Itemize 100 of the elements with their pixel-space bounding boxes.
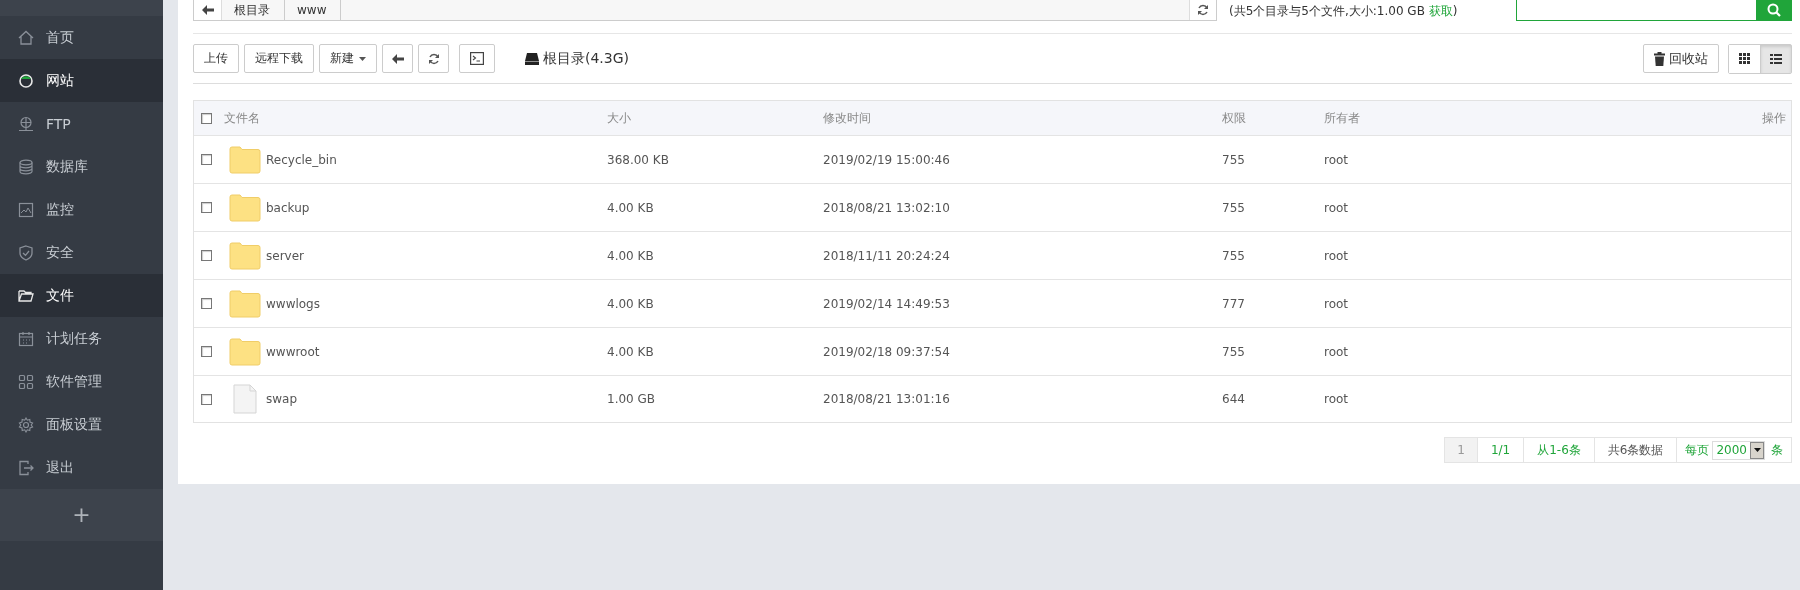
modified-time: 2019/02/18 09:37:54 <box>823 344 950 359</box>
folder-icon <box>229 145 261 174</box>
calendar-icon <box>18 330 34 347</box>
sidebar-item[interactable]: 计划任务 <box>0 317 163 360</box>
file-size: 1.00 GB <box>607 392 656 406</box>
directory-summary: (共5个目录与5个文件,大小:1.00 GB 获取) <box>1228 3 1459 20</box>
folder-icon <box>18 287 34 304</box>
checkbox[interactable] <box>201 112 212 124</box>
owner: root <box>1324 344 1349 359</box>
new-dropdown-button[interactable]: 新建 <box>319 44 377 73</box>
refresh-button[interactable] <box>1189 0 1216 20</box>
column-header[interactable]: 修改时间 <box>823 110 871 125</box>
folder-icon <box>229 241 261 270</box>
owner: root <box>1324 200 1349 215</box>
list-icon <box>1770 53 1782 64</box>
column-header[interactable]: 权限 <box>1222 110 1246 125</box>
file-icon <box>233 384 257 414</box>
toolbar-button[interactable]: 上传 <box>193 44 239 73</box>
folder-icon <box>229 193 261 222</box>
owner: root <box>1324 152 1349 167</box>
file-size: 368.00 KB <box>607 152 669 167</box>
refresh-icon <box>427 52 440 65</box>
file-name[interactable]: wwwroot <box>266 344 320 359</box>
search-button[interactable] <box>1756 0 1791 20</box>
sidebar-item[interactable]: 退出 <box>0 446 163 489</box>
checkbox[interactable] <box>201 250 212 261</box>
checkbox[interactable] <box>201 202 212 213</box>
owner: root <box>1324 296 1349 311</box>
modified-time: 2018/08/21 13:01:16 <box>823 392 950 406</box>
network-icon <box>18 115 34 132</box>
sidebar-item[interactable]: FTP <box>0 102 163 145</box>
column-header[interactable]: 操作 <box>1762 110 1786 125</box>
sidebar-item[interactable]: 数据库 <box>0 145 163 188</box>
home-icon <box>18 29 34 46</box>
column-header[interactable]: 大小 <box>607 110 631 125</box>
sidebar-item[interactable]: 首页 <box>0 16 163 59</box>
modified-time: 2019/02/14 14:49:53 <box>823 296 950 311</box>
per-page-label: 每页 <box>1685 441 1710 459</box>
list-view-button[interactable] <box>1760 44 1791 73</box>
drive-icon <box>525 52 539 65</box>
per-page-suffix: 条 <box>1771 441 1783 459</box>
file-name[interactable]: Recycle_bin <box>266 152 337 167</box>
path-segment[interactable]: www <box>285 0 342 20</box>
apps-grid-icon <box>18 373 34 390</box>
owner: root <box>1324 392 1349 406</box>
terminal-button[interactable] <box>459 44 495 73</box>
back-button[interactable] <box>382 44 413 73</box>
checkbox[interactable] <box>201 346 212 357</box>
caret-icon <box>359 56 366 61</box>
current-page: 1 <box>1444 437 1478 463</box>
file-size: 4.00 KB <box>607 344 654 359</box>
search-field[interactable] <box>1516 0 1792 21</box>
sidebar-item[interactable]: 安全 <box>0 231 163 274</box>
checkbox[interactable] <box>201 393 212 405</box>
file-size: 4.00 KB <box>607 248 654 263</box>
permission: 755 <box>1222 248 1245 263</box>
permission: 755 <box>1222 200 1245 215</box>
add-button[interactable]: + <box>66 504 97 526</box>
folder-icon <box>229 337 261 366</box>
file-size: 4.00 KB <box>607 200 654 215</box>
permission: 755 <box>1222 152 1245 167</box>
file-name[interactable]: swap <box>266 392 298 406</box>
owner: root <box>1324 248 1349 263</box>
refresh-icon <box>1197 4 1209 16</box>
back-arrow-icon <box>201 5 214 15</box>
modified-time: 2019/02/19 15:00:46 <box>823 152 950 167</box>
modified-time: 2018/08/21 13:02:10 <box>823 200 950 215</box>
grid-icon <box>1739 53 1750 64</box>
globe-icon <box>18 72 34 89</box>
refresh-button[interactable] <box>418 44 449 73</box>
trash-icon <box>1654 51 1665 66</box>
monitor-chart-icon <box>18 201 34 218</box>
gear-icon <box>18 416 34 433</box>
file-name[interactable]: backup <box>266 200 310 215</box>
modified-time: 2018/11/11 20:24:24 <box>823 248 950 263</box>
shield-icon <box>18 244 34 261</box>
checkbox[interactable] <box>201 298 212 309</box>
file-name[interactable]: server <box>266 248 304 263</box>
recycle-bin-button[interactable]: 回收站 <box>1643 44 1719 73</box>
dropdown-arrow-icon <box>1753 448 1761 452</box>
permission: 644 <box>1222 392 1245 406</box>
file-name[interactable]: wwwlogs <box>266 296 320 311</box>
database-icon <box>18 158 34 175</box>
search-icon <box>1766 3 1781 17</box>
exit-icon <box>18 459 34 476</box>
toolbar-button[interactable]: 远程下载 <box>244 44 314 73</box>
sidebar-item[interactable]: 文件 <box>0 274 163 317</box>
back-button[interactable] <box>194 0 222 20</box>
sidebar-item[interactable]: 面板设置 <box>0 403 163 446</box>
terminal-icon <box>470 52 484 65</box>
permission: 777 <box>1222 296 1245 311</box>
back-arrow-icon <box>391 53 404 64</box>
checkbox[interactable] <box>201 154 212 165</box>
disk-label: 根目录(4.3G) <box>543 49 630 68</box>
sidebar-item[interactable]: 软件管理 <box>0 360 163 403</box>
sidebar-item[interactable]: 监控 <box>0 188 163 231</box>
sidebar-item[interactable]: 网站 <box>0 59 163 102</box>
path-segment[interactable]: 根目录 <box>222 0 285 20</box>
record-count: 共6条数据 <box>1594 437 1678 463</box>
file-size: 4.00 KB <box>607 296 654 311</box>
